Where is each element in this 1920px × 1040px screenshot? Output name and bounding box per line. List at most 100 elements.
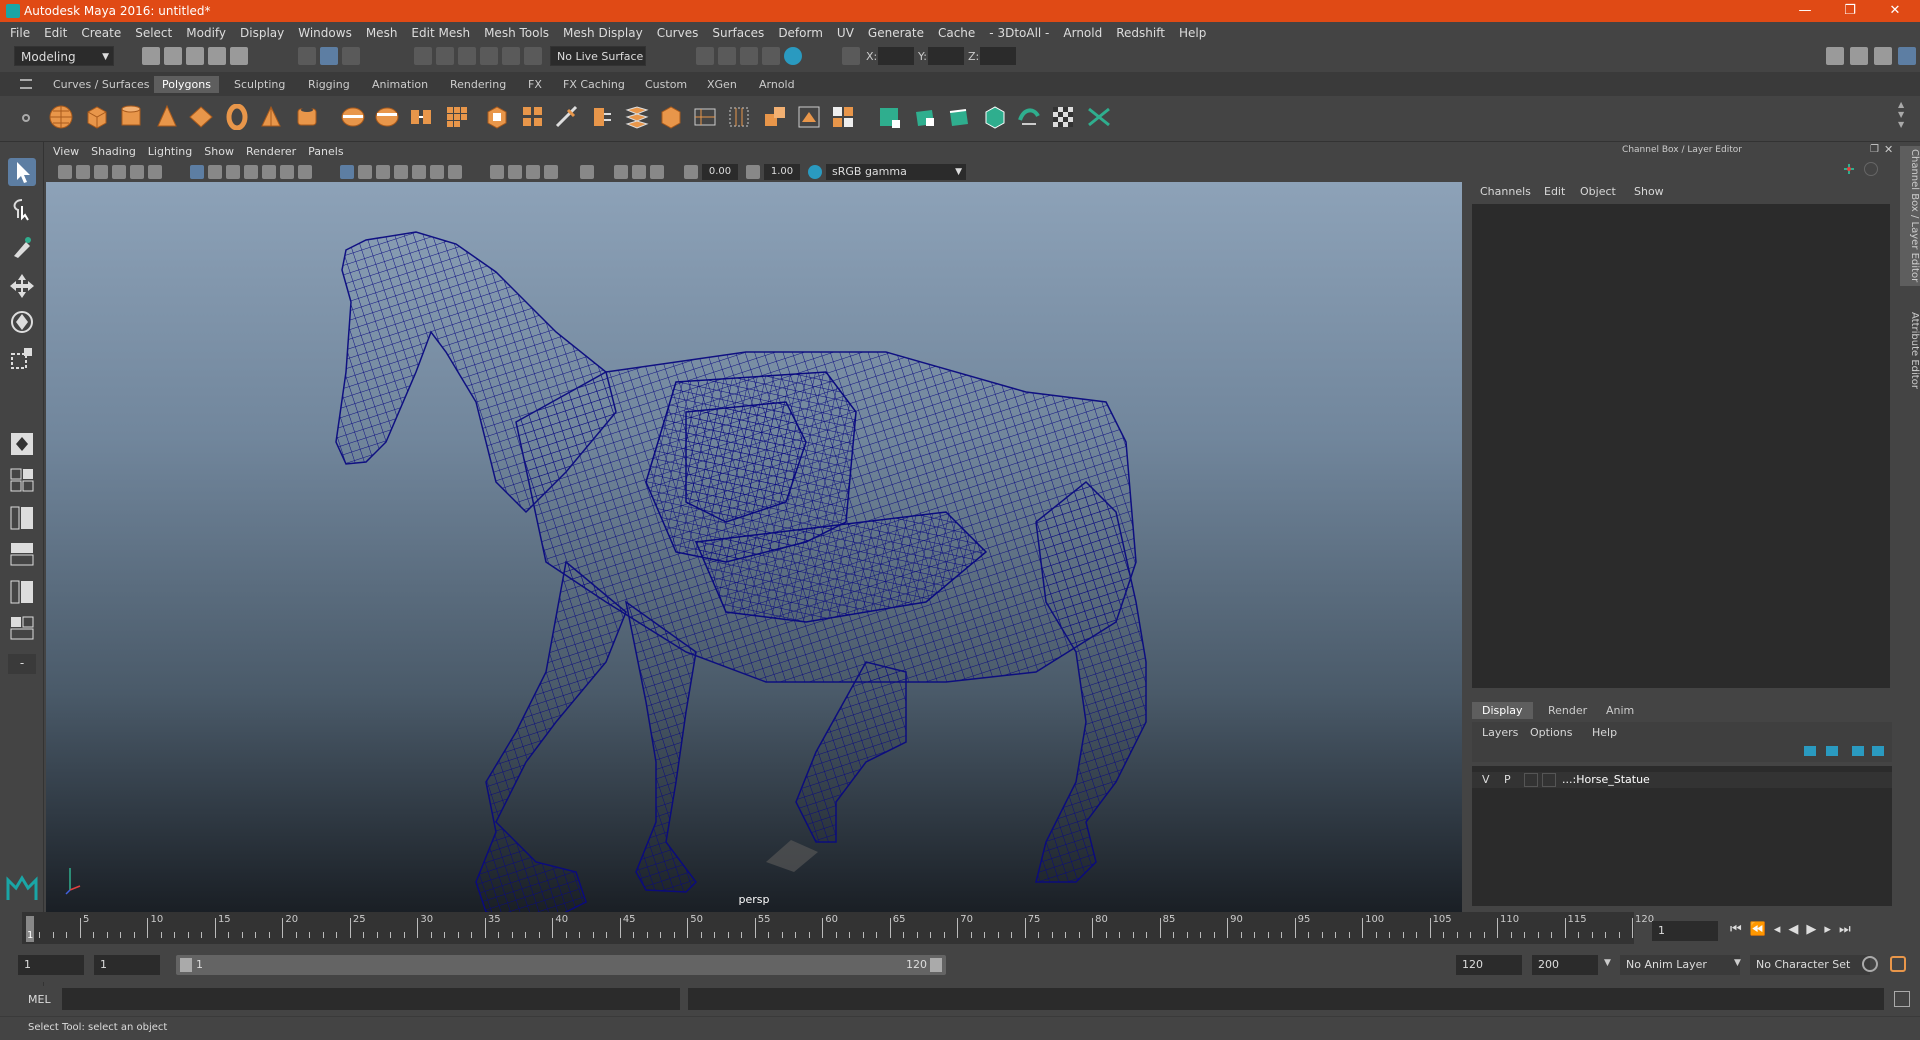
combine-icon[interactable] [340, 104, 366, 130]
play-forwards-icon[interactable]: ▶ [1806, 922, 1824, 937]
color-management-icon[interactable] [808, 165, 822, 179]
shelf-scroll-arrows-icon[interactable]: ▲ ▼ ▼ [1898, 100, 1904, 130]
menu-edit[interactable]: Edit [37, 22, 74, 44]
gamma-field[interactable]: 1.00 [764, 164, 800, 180]
menu-arnold[interactable]: Arnold [1056, 22, 1109, 44]
menu-cache[interactable]: Cache [931, 22, 982, 44]
xray-joints-icon[interactable] [614, 165, 628, 179]
shelf-tab-polygons[interactable]: Polygons [154, 76, 219, 93]
redo-icon[interactable] [230, 47, 248, 65]
fill-hole-icon[interactable] [658, 104, 684, 130]
shelf-tab-custom[interactable]: Custom [637, 76, 695, 93]
menu-3dtoall[interactable]: - 3DtoAll - [982, 22, 1056, 44]
select-object-mode-icon[interactable] [876, 104, 902, 130]
viewport-menu-lighting[interactable]: Lighting [142, 142, 198, 162]
move-layer-down-icon[interactable] [1826, 746, 1838, 756]
persp-hypershade-layout-icon[interactable] [8, 578, 36, 606]
render-settings-icon[interactable] [762, 47, 780, 65]
multi-cut-icon[interactable] [692, 104, 718, 130]
animation-preferences-icon[interactable] [1890, 956, 1906, 972]
vertex-mode-icon[interactable] [912, 104, 938, 130]
safe-action-icon[interactable] [280, 165, 294, 179]
lights-icon[interactable] [430, 165, 444, 179]
face-mode-icon[interactable] [982, 104, 1008, 130]
close-panel-icon[interactable]: ✕ [1884, 143, 1893, 156]
channel-box-area[interactable] [1472, 204, 1890, 688]
script-editor-icon[interactable] [1894, 991, 1910, 1007]
hypershade-icon[interactable] [784, 47, 802, 65]
menu-generate[interactable]: Generate [861, 22, 931, 44]
new-layer-selected-icon[interactable] [1852, 746, 1864, 756]
viewport-menu-view[interactable]: View [44, 142, 85, 162]
ipr-render-icon[interactable] [740, 47, 758, 65]
menu-display[interactable]: Display [233, 22, 291, 44]
command-input[interactable] [62, 988, 680, 1010]
bridge-icon[interactable] [520, 104, 546, 130]
range-start-handle[interactable] [180, 958, 192, 972]
layer-playback-toggle[interactable]: P [1504, 773, 1511, 786]
gate-mask-icon[interactable] [244, 165, 258, 179]
paint-select-tool-icon[interactable] [8, 234, 36, 262]
select-hierarchy-icon[interactable] [298, 47, 316, 65]
perspective-viewport[interactable]: persp [46, 182, 1462, 912]
four-view-layout-icon[interactable] [8, 466, 36, 494]
offset-edge-loop-icon[interactable] [726, 104, 752, 130]
gamma-icon[interactable] [746, 165, 760, 179]
extrude-icon[interactable] [484, 104, 510, 130]
image-plane-icon[interactable] [112, 165, 126, 179]
go-to-start-icon[interactable]: ⏮ [1730, 922, 1750, 937]
mirror-cut-icon[interactable] [1086, 104, 1112, 130]
xray-icon[interactable] [394, 165, 408, 179]
uv-editor-icon[interactable] [796, 104, 822, 130]
menu-deform[interactable]: Deform [771, 22, 830, 44]
anti-aliasing-icon[interactable] [526, 165, 540, 179]
character-set-dropdown[interactable]: No Character Set [1750, 955, 1870, 975]
range-slider[interactable]: 1 120 [176, 955, 946, 975]
select-object-icon[interactable] [320, 47, 338, 65]
viewport-menu-show[interactable]: Show [198, 142, 240, 162]
manipulator-icon[interactable] [1842, 162, 1856, 176]
viewport-menu-renderer[interactable]: Renderer [240, 142, 302, 162]
checker-display-icon[interactable] [1050, 104, 1076, 130]
viewport-menu-shading[interactable]: Shading [85, 142, 142, 162]
object-menu[interactable]: Object [1580, 185, 1616, 198]
poly-torus-icon[interactable] [224, 104, 250, 130]
persp-graph-layout-icon[interactable] [8, 540, 36, 568]
shelf-tab-rigging[interactable]: Rigging [300, 76, 358, 93]
viewport-menu-panels[interactable]: Panels [302, 142, 349, 162]
channels-menu[interactable]: Channels [1480, 185, 1531, 198]
layer-editor-toggle-icon[interactable] [1898, 47, 1916, 65]
edit-menu[interactable]: Edit [1544, 185, 1565, 198]
snap-point-icon[interactable] [458, 47, 476, 65]
snap-live-icon[interactable] [502, 47, 520, 65]
rotate-tool-icon[interactable] [8, 308, 36, 336]
uv-unfold-icon[interactable] [830, 104, 856, 130]
poly-pipe-icon[interactable] [294, 104, 320, 130]
z-field[interactable] [980, 47, 1016, 65]
workspace-toggle-icon[interactable] [1826, 47, 1844, 65]
close-button[interactable]: ✕ [1875, 2, 1915, 20]
menu-select[interactable]: Select [128, 22, 179, 44]
menu-uv[interactable]: UV [830, 22, 861, 44]
x-field[interactable] [878, 47, 914, 65]
shelf-tab-curves-surfaces[interactable]: Curves / Surfaces [45, 76, 158, 93]
poly-cone-icon[interactable] [154, 104, 180, 130]
menu-mesh[interactable]: Mesh [359, 22, 405, 44]
shelf-tab-arnold[interactable]: Arnold [751, 76, 803, 93]
playback-start-field[interactable]: 1 [94, 955, 160, 975]
menu-help[interactable]: Help [1172, 22, 1213, 44]
screen-space-ao-icon[interactable] [490, 165, 504, 179]
poly-plane-icon[interactable] [188, 104, 214, 130]
menu-curves[interactable]: Curves [650, 22, 706, 44]
time-slider[interactable]: 5 10 15 20 25 30 35 40 45 50 55 60 65 70 75 80 85 90 95 100… [22, 912, 1654, 944]
render-view-icon[interactable] [696, 47, 714, 65]
uv-mode-icon[interactable] [1016, 104, 1042, 130]
bookmark-icon[interactable] [94, 165, 108, 179]
script-language-label[interactable]: MEL [28, 993, 51, 1006]
poly-cube-icon[interactable] [84, 104, 110, 130]
wireframe-toggle-icon[interactable] [340, 165, 354, 179]
shadows-icon[interactable] [448, 165, 462, 179]
scale-tool-icon[interactable] [8, 344, 36, 372]
lasso-tool-icon[interactable] [8, 196, 36, 224]
auto-key-icon[interactable] [1862, 956, 1878, 972]
